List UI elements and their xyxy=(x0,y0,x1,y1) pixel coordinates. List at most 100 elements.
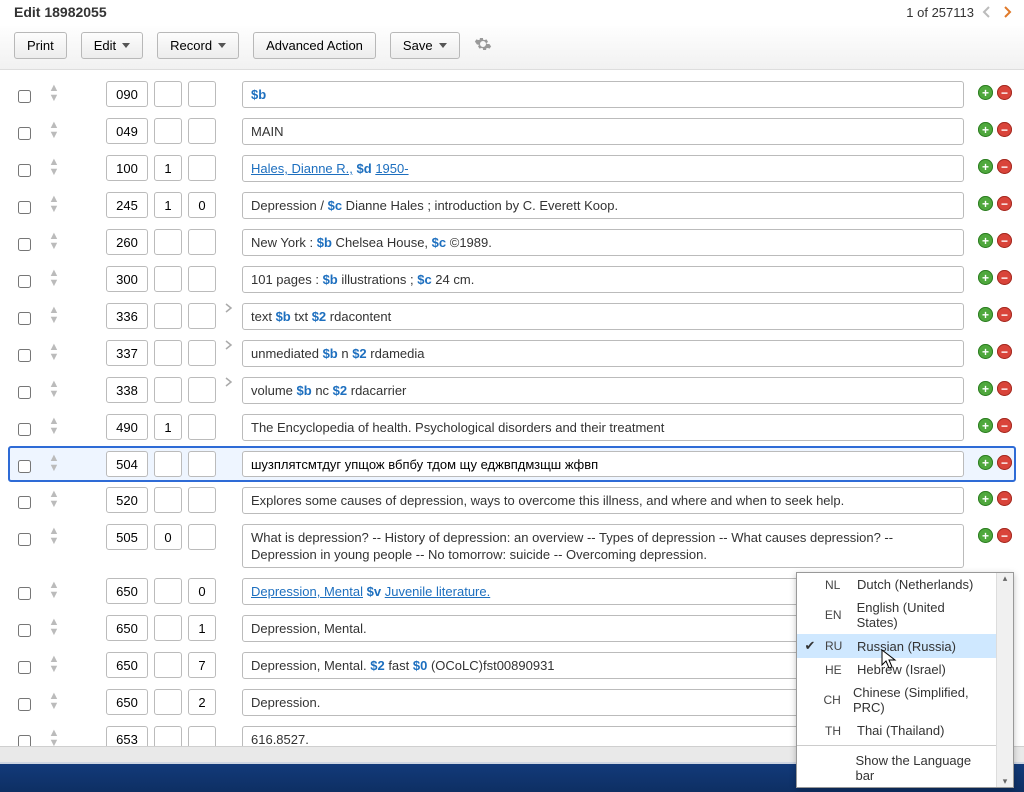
expand-icon[interactable] xyxy=(222,377,236,387)
row-move-handle[interactable]: ▲▼ xyxy=(42,192,66,214)
row-checkbox[interactable] xyxy=(18,164,31,177)
row-move-handle[interactable]: ▲▼ xyxy=(42,414,66,436)
field-value[interactable]: Explores some causes of depression, ways… xyxy=(242,487,964,514)
row-checkbox[interactable] xyxy=(18,127,31,140)
row-move-handle[interactable]: ▲▼ xyxy=(42,266,66,288)
field-value[interactable]: New York : $b Chelsea House, $c ©1989. xyxy=(242,229,964,256)
tag-input[interactable] xyxy=(106,155,148,181)
row-checkbox[interactable] xyxy=(18,386,31,399)
indicator1-input[interactable] xyxy=(154,81,182,107)
row-move-handle[interactable]: ▲▼ xyxy=(42,451,66,473)
indicator1-input[interactable] xyxy=(154,451,182,477)
indicator2-input[interactable] xyxy=(188,524,216,550)
remove-row-icon[interactable]: − xyxy=(997,418,1012,433)
row-checkbox[interactable] xyxy=(18,587,31,600)
record-menu-button[interactable]: Record xyxy=(157,32,239,59)
remove-row-icon[interactable]: − xyxy=(997,307,1012,322)
row-checkbox[interactable] xyxy=(18,423,31,436)
indicator1-input[interactable] xyxy=(154,652,182,678)
indicator2-input[interactable] xyxy=(188,652,216,678)
indicator2-input[interactable] xyxy=(188,615,216,641)
indicator2-input[interactable] xyxy=(188,266,216,292)
row-checkbox[interactable] xyxy=(18,201,31,214)
remove-row-icon[interactable]: − xyxy=(997,85,1012,100)
indicator1-input[interactable] xyxy=(154,377,182,403)
field-value[interactable]: MAIN xyxy=(242,118,964,145)
indicator2-input[interactable] xyxy=(188,414,216,440)
indicator1-input[interactable] xyxy=(154,487,182,513)
tag-input[interactable] xyxy=(106,81,148,107)
tag-input[interactable] xyxy=(106,266,148,292)
add-row-icon[interactable]: + xyxy=(978,455,993,470)
remove-row-icon[interactable]: − xyxy=(997,233,1012,248)
tag-input[interactable] xyxy=(106,689,148,715)
add-row-icon[interactable]: + xyxy=(978,159,993,174)
add-row-icon[interactable]: + xyxy=(978,122,993,137)
indicator2-input[interactable] xyxy=(188,487,216,513)
indicator1-input[interactable] xyxy=(154,615,182,641)
row-move-handle[interactable]: ▲▼ xyxy=(42,652,66,674)
print-button[interactable]: Print xyxy=(14,32,67,59)
remove-row-icon[interactable]: − xyxy=(997,455,1012,470)
language-menu-item-en[interactable]: ENEnglish (United States) xyxy=(797,596,996,634)
tag-input[interactable] xyxy=(106,192,148,218)
tag-input[interactable] xyxy=(106,652,148,678)
add-row-icon[interactable]: + xyxy=(978,85,993,100)
row-move-handle[interactable]: ▲▼ xyxy=(42,155,66,177)
indicator1-input[interactable] xyxy=(154,303,182,329)
edit-menu-button[interactable]: Edit xyxy=(81,32,143,59)
remove-row-icon[interactable]: − xyxy=(997,270,1012,285)
add-row-icon[interactable]: + xyxy=(978,270,993,285)
language-menu-item-he[interactable]: HEHebrew (Israel) xyxy=(797,658,996,681)
indicator2-input[interactable] xyxy=(188,451,216,477)
row-checkbox[interactable] xyxy=(18,661,31,674)
add-row-icon[interactable]: + xyxy=(978,307,993,322)
remove-row-icon[interactable]: − xyxy=(997,196,1012,211)
row-checkbox[interactable] xyxy=(18,90,31,103)
row-checkbox[interactable] xyxy=(18,698,31,711)
save-menu-button[interactable]: Save xyxy=(390,32,460,59)
row-move-handle[interactable]: ▲▼ xyxy=(42,340,66,362)
field-value[interactable]: The Encyclopedia of health. Psychologica… xyxy=(242,414,964,441)
language-menu-item-ch[interactable]: CHChinese (Simplified, PRC) xyxy=(797,681,996,719)
row-move-handle[interactable]: ▲▼ xyxy=(42,615,66,637)
tag-input[interactable] xyxy=(106,524,148,550)
indicator1-input[interactable] xyxy=(154,524,182,550)
indicator2-input[interactable] xyxy=(188,377,216,403)
indicator1-input[interactable] xyxy=(154,192,182,218)
field-value[interactable]: 101 pages : $b illustrations ; $c 24 cm. xyxy=(242,266,964,293)
indicator2-input[interactable] xyxy=(188,303,216,329)
add-row-icon[interactable]: + xyxy=(978,418,993,433)
field-value[interactable]: volume $b nc $2 rdacarrier xyxy=(242,377,964,404)
field-value[interactable]: Hales, Dianne R., $d 1950- xyxy=(242,155,964,182)
remove-row-icon[interactable]: − xyxy=(997,491,1012,506)
remove-row-icon[interactable]: − xyxy=(997,159,1012,174)
row-checkbox[interactable] xyxy=(18,312,31,325)
indicator1-input[interactable] xyxy=(154,414,182,440)
tag-input[interactable] xyxy=(106,578,148,604)
row-checkbox[interactable] xyxy=(18,496,31,509)
indicator1-input[interactable] xyxy=(154,155,182,181)
next-record-icon[interactable] xyxy=(1000,5,1014,19)
tag-input[interactable] xyxy=(106,377,148,403)
indicator2-input[interactable] xyxy=(188,81,216,107)
advanced-action-button[interactable]: Advanced Action xyxy=(253,32,376,59)
add-row-icon[interactable]: + xyxy=(978,491,993,506)
row-move-handle[interactable]: ▲▼ xyxy=(42,524,66,546)
row-checkbox[interactable] xyxy=(18,275,31,288)
row-checkbox[interactable] xyxy=(18,460,31,473)
language-menu-scrollbar[interactable]: ▴▾ xyxy=(996,573,1013,787)
row-move-handle[interactable]: ▲▼ xyxy=(42,726,66,748)
indicator2-input[interactable] xyxy=(188,118,216,144)
language-menu-item-ru[interactable]: ✔RURussian (Russia) xyxy=(797,634,996,658)
field-value[interactable]: $b xyxy=(242,81,964,108)
field-value[interactable]: unmediated $b n $2 rdamedia xyxy=(242,340,964,367)
row-move-handle[interactable]: ▲▼ xyxy=(42,81,66,103)
indicator1-input[interactable] xyxy=(154,689,182,715)
expand-icon[interactable] xyxy=(222,340,236,350)
tag-input[interactable] xyxy=(106,303,148,329)
row-move-handle[interactable]: ▲▼ xyxy=(42,303,66,325)
remove-row-icon[interactable]: − xyxy=(997,381,1012,396)
language-menu[interactable]: ▴▾ NLDutch (Netherlands)ENEnglish (Unite… xyxy=(796,572,1014,788)
add-row-icon[interactable]: + xyxy=(978,381,993,396)
